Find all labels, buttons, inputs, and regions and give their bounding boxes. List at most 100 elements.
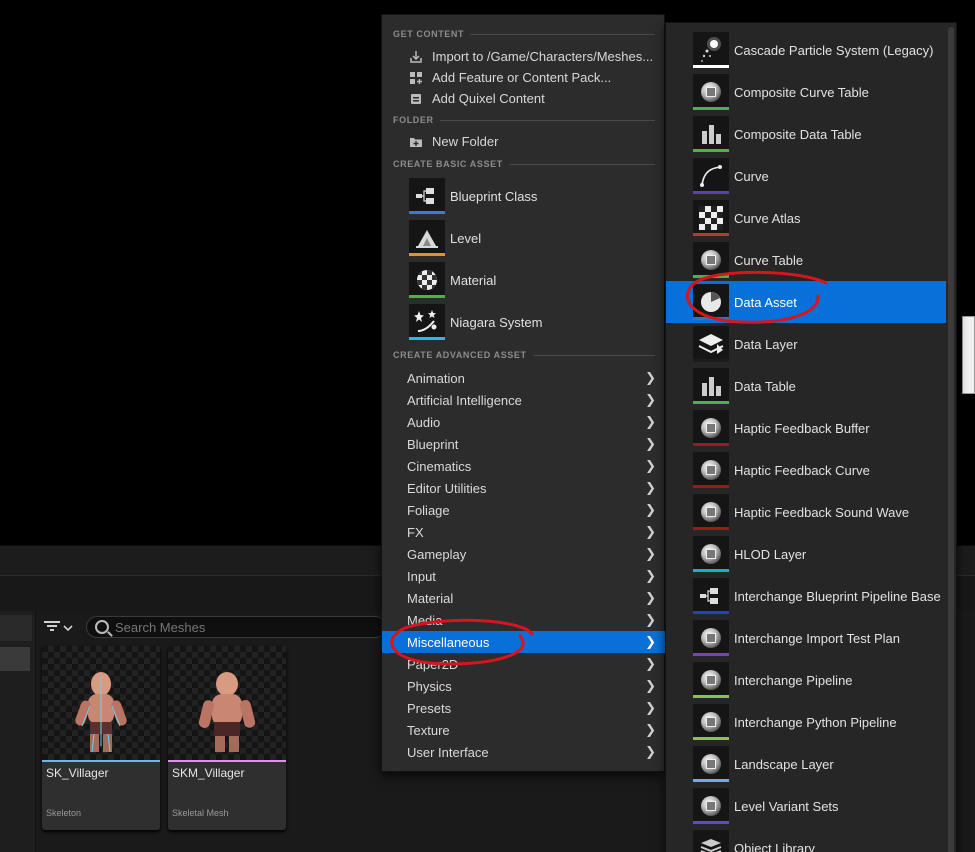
category-label: Foliage [407,502,450,518]
category-input[interactable]: Input ❯ [382,565,666,587]
submenu-item-data-asset[interactable]: Data Asset [666,281,946,323]
category-fx[interactable]: FX ❯ [382,521,666,543]
submenu-item-label: Object Library [734,840,815,852]
material-menu-item[interactable]: Material [382,259,666,301]
editor-window: SK_Villager Skeleton SKM_Villager Skelet… [0,0,975,852]
chevron-right-icon: ❯ [645,634,656,649]
chevron-right-icon: ❯ [645,480,656,495]
submenu-item-label: Haptic Feedback Curve [734,462,870,478]
submenu-item-interchange-pipeline[interactable]: Interchange Pipeline [666,659,946,701]
submenu-item-data-table[interactable]: Data Table [666,365,946,407]
section-header: CREATE ADVANCED ASSET [393,350,655,360]
submenu-item-haptic-feedback-buffer[interactable]: Haptic Feedback Buffer [666,407,946,449]
submenu-item-label: Cascade Particle System (Legacy) [734,42,934,58]
sources-row[interactable] [0,615,32,641]
category-label: Blueprint [407,436,459,452]
category-paper2d[interactable]: Paper2D ❯ [382,653,666,675]
add-quixel-menu-item[interactable]: Add Quixel Content [382,88,666,109]
level-icon [409,220,445,256]
import-menu-item[interactable]: Import to /Game/Characters/Meshes... [382,46,666,67]
chevron-right-icon: ❯ [645,700,656,715]
menu-item-label: Material [450,272,497,288]
category-audio[interactable]: Audio ❯ [382,411,666,433]
submenu-item-level-variant-sets[interactable]: Level Variant Sets [666,785,946,827]
section-header: GET CONTENT [393,29,655,39]
chevron-right-icon: ❯ [645,414,656,429]
submenu-scrollbar[interactable] [948,27,954,852]
category-physics[interactable]: Physics ❯ [382,675,666,697]
interchange-icon [693,620,729,656]
haptic-icon [693,452,729,488]
filter-icon [44,620,60,635]
submenu-item-interchange-import-test-plan[interactable]: Interchange Import Test Plan [666,617,946,659]
chevron-right-icon: ❯ [645,568,656,583]
submenu-item-label: Haptic Feedback Buffer [734,420,870,436]
category-label: Miscellaneous [407,634,490,650]
landscape-icon [693,746,729,782]
submenu-item-data-layer[interactable]: Data Layer [666,323,946,365]
data-layer-icon [693,326,729,362]
chevron-right-icon: ❯ [645,502,656,517]
sources-row-selected[interactable] [0,647,30,671]
niagara-system-menu-item[interactable]: Niagara System [382,301,666,343]
new-folder-icon [409,135,423,149]
category-texture[interactable]: Texture ❯ [382,719,666,741]
cascade-icon [693,32,729,68]
category-label: FX [407,524,424,540]
submenu-item-composite-data-table[interactable]: Composite Data Table [666,113,946,155]
category-foliage[interactable]: Foliage ❯ [382,499,666,521]
submenu-item-hlod-layer[interactable]: HLOD Layer [666,533,946,575]
submenu-item-curve-atlas[interactable]: Curve Atlas [666,197,946,239]
search-input[interactable] [115,619,365,635]
category-cinematics[interactable]: Cinematics ❯ [382,455,666,477]
category-blueprint[interactable]: Blueprint ❯ [382,433,666,455]
sources-panel [0,611,36,852]
submenu-item-label: Interchange Import Test Plan [734,630,900,646]
filter-button[interactable] [44,617,80,637]
category-animation[interactable]: Animation ❯ [382,367,666,389]
category-media[interactable]: Media ❯ [382,609,666,631]
chevron-right-icon: ❯ [645,524,656,539]
category-presets[interactable]: Presets ❯ [382,697,666,719]
menu-item-label: Level [450,230,482,246]
asset-tile-skeleton[interactable]: SK_Villager Skeleton [42,646,160,830]
new-folder-menu-item[interactable]: New Folder [382,131,666,152]
search-box[interactable] [86,616,386,638]
submenu-item-landscape-layer[interactable]: Landscape Layer [666,743,946,785]
category-miscellaneous[interactable]: Miscellaneous ❯ [382,631,666,653]
submenu-item-curve-table[interactable]: Curve Table [666,239,946,281]
section-header: FOLDER [393,115,655,125]
submenu-item-curve[interactable]: Curve [666,155,946,197]
chevron-right-icon: ❯ [645,678,656,693]
chevron-right-icon: ❯ [645,656,656,671]
submenu-item-cascade-particle-system[interactable]: Cascade Particle System (Legacy) [666,29,946,71]
search-icon [95,620,109,634]
category-label: Audio [407,414,441,430]
menu-item-label: Niagara System [450,314,543,330]
submenu-item-label: Haptic Feedback Sound Wave [734,504,910,520]
submenu-item-label: Data Table [734,378,796,394]
submenu-item-composite-curve-table[interactable]: Composite Curve Table [666,71,946,113]
asset-type-strip [168,760,286,762]
submenu-item-haptic-feedback-sound-wave[interactable]: Haptic Feedback Sound Wave [666,491,946,533]
add-feature-pack-menu-item[interactable]: Add Feature or Content Pack... [382,67,666,88]
category-editor-utilities[interactable]: Editor Utilities ❯ [382,477,666,499]
category-gameplay[interactable]: Gameplay ❯ [382,543,666,565]
level-menu-item[interactable]: Level [382,217,666,259]
category-label: Editor Utilities [407,480,487,496]
submenu-item-interchange-blueprint-pipeline-base[interactable]: Interchange Blueprint Pipeline Base [666,575,946,617]
submenu-item-interchange-python-pipeline[interactable]: Interchange Python Pipeline [666,701,946,743]
category-material[interactable]: Material ❯ [382,587,666,609]
submenu-item-haptic-feedback-curve[interactable]: Haptic Feedback Curve [666,449,946,491]
submenu-item-label: Interchange Pipeline [734,672,853,688]
asset-name: SKM_Villager [172,766,245,780]
blueprint-class-menu-item[interactable]: Blueprint Class [382,175,666,217]
asset-tile-skeletal-mesh[interactable]: SKM_Villager Skeletal Mesh [168,646,286,830]
submenu-item-label: Interchange Python Pipeline [734,714,897,730]
category-user-interface[interactable]: User Interface ❯ [382,741,666,763]
submenu-item-object-library[interactable]: Object Library [666,827,946,852]
category-label: User Interface [407,744,489,760]
category-artificial-intelligence[interactable]: Artificial Intelligence ❯ [382,389,666,411]
interchange-blueprint-icon [693,578,729,614]
niagara-icon [409,304,445,340]
